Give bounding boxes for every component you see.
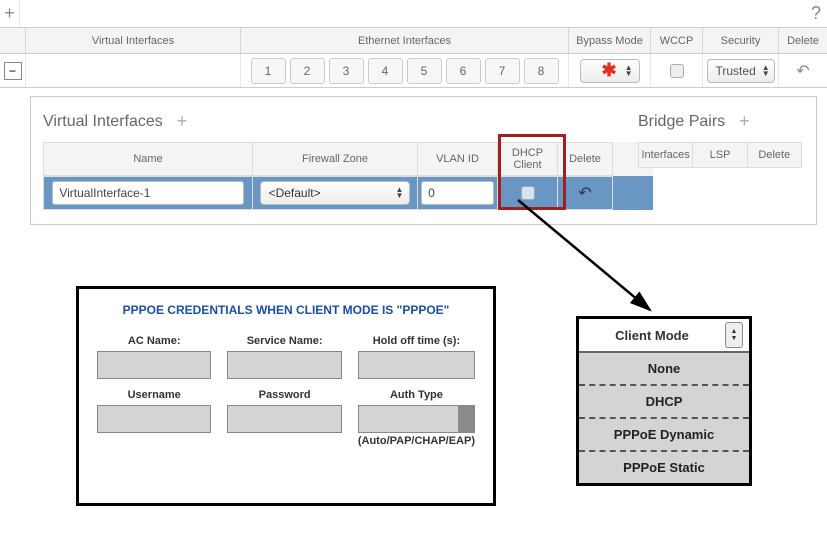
help-icon[interactable]: ? bbox=[805, 0, 827, 27]
service-name-input[interactable] bbox=[227, 351, 341, 379]
vi-col-name: Name bbox=[43, 142, 253, 176]
client-mode-label: Client Mode bbox=[579, 328, 725, 343]
security-select[interactable]: Trusted ▲▼ bbox=[707, 59, 775, 83]
chevron-down-icon: ▼ bbox=[731, 335, 738, 342]
chevron-updown-icon: ▲▼ bbox=[762, 65, 770, 77]
client-mode-option-dhcp[interactable]: DHCP bbox=[579, 386, 749, 419]
port-3[interactable]: 3 bbox=[329, 58, 364, 84]
required-asterisk-icon: ✱ bbox=[601, 60, 616, 81]
add-button[interactable]: + bbox=[0, 0, 20, 27]
client-mode-option-none[interactable]: None bbox=[579, 353, 749, 386]
pppoe-credentials-panel: PPPOE CREDENTIALS WHEN CLIENT MODE IS "P… bbox=[76, 286, 496, 506]
virtual-interfaces-table: Name Firewall Zone VLAN ID DHCP Client D… bbox=[43, 142, 653, 210]
bridge-col-delete: Delete bbox=[748, 142, 802, 168]
vi-dhcp-checkbox[interactable] bbox=[521, 186, 535, 200]
bridge-pairs-section: Bridge Pairs + Interfaces LSP Delete bbox=[638, 111, 802, 168]
client-mode-stepper[interactable]: ▲ ▼ bbox=[725, 322, 743, 348]
col-wccp: WCCP bbox=[651, 28, 703, 53]
virtual-interfaces-title: Virtual Interfaces bbox=[43, 113, 163, 131]
column-headers: Virtual Interfaces Ethernet Interfaces B… bbox=[0, 28, 827, 54]
vi-vlan-input[interactable] bbox=[421, 181, 494, 205]
col-bypass-mode: Bypass Mode bbox=[569, 28, 651, 53]
vi-col-firewall-zone: Firewall Zone bbox=[253, 142, 418, 176]
revert-icon[interactable]: ↶ bbox=[796, 61, 809, 81]
client-mode-dropdown: Client Mode ▲ ▼ None DHCP PPPoE Dynamic … bbox=[576, 316, 752, 486]
username-input[interactable] bbox=[97, 405, 211, 433]
hold-off-label: Hold off time (s): bbox=[358, 335, 475, 347]
col-ethernet-interfaces: Ethernet Interfaces bbox=[241, 28, 569, 53]
vi-name-input[interactable] bbox=[52, 181, 243, 205]
bridge-col-interfaces: Interfaces bbox=[638, 142, 693, 168]
chevron-up-icon: ▲ bbox=[731, 328, 738, 335]
col-delete: Delete bbox=[779, 28, 827, 53]
chevron-updown-icon: ▲▼ bbox=[396, 187, 404, 199]
auth-type-hint: (Auto/PAP/CHAP/EAP) bbox=[358, 435, 475, 447]
security-value: Trusted bbox=[716, 64, 756, 78]
port-7[interactable]: 7 bbox=[485, 58, 520, 84]
vi-revert-icon[interactable]: ↶ bbox=[578, 183, 591, 203]
vi-firewall-zone-value: <Default> bbox=[269, 186, 321, 200]
username-label: Username bbox=[97, 389, 211, 401]
bridge-col-lsp: LSP bbox=[693, 142, 747, 168]
wccp-checkbox[interactable] bbox=[670, 64, 684, 78]
vi-firewall-zone-select[interactable]: <Default> ▲▼ bbox=[260, 181, 411, 205]
bridge-pairs-title: Bridge Pairs bbox=[638, 113, 725, 131]
port-2[interactable]: 2 bbox=[290, 58, 325, 84]
vi-col-delete: Delete bbox=[558, 142, 613, 176]
col-security: Security bbox=[703, 28, 779, 53]
chevron-updown-icon: ▲▼ bbox=[625, 65, 633, 77]
virtual-interface-row: <Default> ▲▼ ↶ bbox=[43, 176, 653, 210]
pppoe-title: PPPOE CREDENTIALS WHEN CLIENT MODE IS "P… bbox=[97, 303, 475, 317]
top-spacer bbox=[20, 0, 805, 27]
port-4[interactable]: 4 bbox=[368, 58, 403, 84]
interface-group-row: − 1 2 3 4 5 6 7 8 ✱ ▲▼ Trusted ▲▼ ↶ bbox=[0, 54, 827, 88]
port-8[interactable]: 8 bbox=[524, 58, 559, 84]
bypass-mode-select[interactable]: ✱ ▲▼ bbox=[580, 59, 640, 83]
service-name-label: Service Name: bbox=[227, 335, 341, 347]
add-bridge-pair-button[interactable]: + bbox=[739, 111, 750, 132]
col-virtual-interfaces: Virtual Interfaces bbox=[26, 28, 241, 53]
vi-col-dhcp-client: DHCP Client bbox=[498, 142, 558, 176]
port-5[interactable]: 5 bbox=[407, 58, 442, 84]
auth-type-label: Auth Type bbox=[358, 389, 475, 401]
password-input[interactable] bbox=[227, 405, 341, 433]
port-1[interactable]: 1 bbox=[251, 58, 286, 84]
detail-panel: Virtual Interfaces + Name Firewall Zone … bbox=[30, 96, 817, 225]
ethernet-ports: 1 2 3 4 5 6 7 8 bbox=[245, 58, 565, 84]
port-6[interactable]: 6 bbox=[446, 58, 481, 84]
client-mode-option-pppoe-static[interactable]: PPPoE Static bbox=[579, 452, 749, 483]
collapse-toggle[interactable]: − bbox=[4, 62, 22, 80]
client-mode-option-pppoe-dynamic[interactable]: PPPoE Dynamic bbox=[579, 419, 749, 452]
chevron-down-icon bbox=[458, 406, 474, 432]
password-label: Password bbox=[227, 389, 341, 401]
vi-col-vlan-id: VLAN ID bbox=[418, 142, 498, 176]
ac-name-label: AC Name: bbox=[97, 335, 211, 347]
hold-off-input[interactable] bbox=[358, 351, 475, 379]
ac-name-input[interactable] bbox=[97, 351, 211, 379]
add-virtual-interface-button[interactable]: + bbox=[177, 111, 188, 132]
auth-type-select[interactable] bbox=[358, 405, 475, 433]
